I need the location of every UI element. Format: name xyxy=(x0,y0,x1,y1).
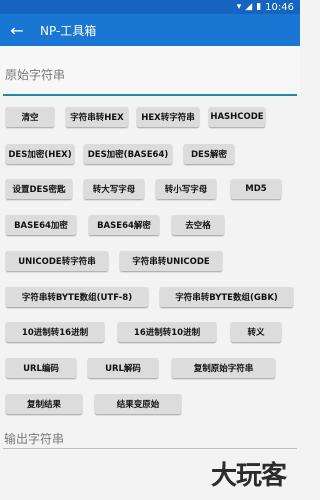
output-string-placeholder[interactable]: 输出字符串 xyxy=(4,430,64,447)
unicode-to-string-button[interactable]: UNICODE转字符串 xyxy=(6,251,108,271)
des-encrypt-base64-button[interactable]: DES加密(BASE64) xyxy=(84,144,172,164)
output-underline xyxy=(3,448,297,449)
escape-button[interactable]: 转义 xyxy=(231,322,281,342)
string-to-hex-button[interactable]: 字符串转HEX xyxy=(66,107,128,127)
base64-decode-button[interactable]: BASE64解密 xyxy=(89,215,159,235)
input-underline xyxy=(3,94,297,96)
url-decode-button[interactable]: URL解码 xyxy=(88,358,158,378)
signal-icon: ◢ xyxy=(245,1,253,12)
wifi-icon: ▾ xyxy=(236,1,242,12)
app-bar: ← NP-工具箱 xyxy=(0,14,300,46)
hashcode-button[interactable]: HASHCODE xyxy=(209,107,265,127)
dec-to-hex-button[interactable]: 10进制转16进制 xyxy=(6,322,104,342)
watermark-logo: 大玩客 xyxy=(210,461,287,491)
base64-encode-button[interactable]: BASE64加密 xyxy=(6,215,76,235)
original-string-placeholder: 原始字符串 xyxy=(5,68,66,82)
string-to-unicode-button[interactable]: 字符串转UNICODE xyxy=(120,251,222,271)
md5-button[interactable]: MD5 xyxy=(231,179,281,199)
url-encode-button[interactable]: URL编码 xyxy=(6,358,76,378)
des-encrypt-hex-button[interactable]: DES加密(HEX) xyxy=(6,144,74,164)
copy-original-button[interactable]: 复制原始字符串 xyxy=(172,358,275,378)
hex-to-dec-button[interactable]: 16进制转10进制 xyxy=(118,322,216,342)
original-string-input[interactable]: 原始字符串 xyxy=(0,46,300,96)
remove-spaces-button[interactable]: 去空格 xyxy=(172,215,224,235)
status-bar: ▾ ◢ ▮ 10:46 xyxy=(0,0,300,14)
des-decrypt-button[interactable]: DES解密 xyxy=(184,144,234,164)
app-title: NP-工具箱 xyxy=(40,23,97,38)
to-lowercase-button[interactable]: 转小写字母 xyxy=(156,179,216,199)
hex-to-string-button[interactable]: HEX转字符串 xyxy=(137,107,199,127)
string-to-byte-utf8-button[interactable]: 字符串转BYTE数组(UTF-8) xyxy=(6,287,148,307)
string-to-byte-gbk-button[interactable]: 字符串转BYTE数组(GBK) xyxy=(160,287,293,307)
to-uppercase-button[interactable]: 转大写字母 xyxy=(84,179,144,199)
status-time: 10:46 xyxy=(265,1,294,13)
copy-result-button[interactable]: 复制结果 xyxy=(6,394,82,414)
back-arrow-icon[interactable]: ← xyxy=(0,14,34,46)
set-des-key-button[interactable]: 设置DES密匙 xyxy=(6,179,72,199)
result-to-original-button[interactable]: 结果变原始 xyxy=(95,394,181,414)
battery-icon: ▮ xyxy=(256,1,262,12)
clear-button[interactable]: 清空 xyxy=(6,107,54,127)
